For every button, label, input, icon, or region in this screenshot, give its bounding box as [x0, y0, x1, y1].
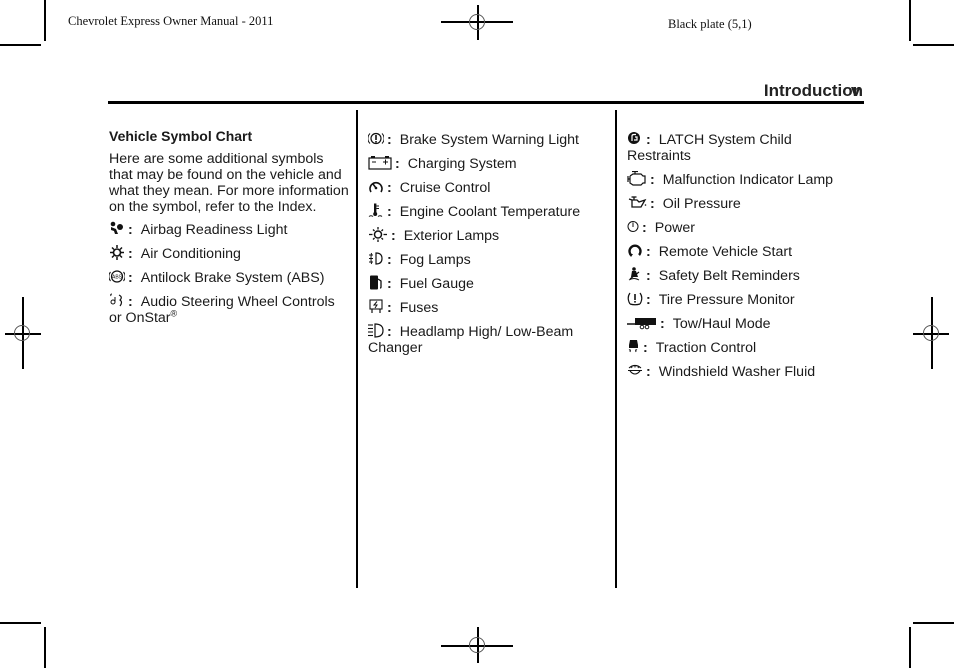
svg-text:ABS: ABS [112, 275, 123, 281]
symbol-item: : Fog Lamps [368, 251, 608, 268]
symbol-item: : Fuel Gauge [368, 275, 608, 292]
symbol-item: : Tow/Haul Mode [627, 315, 859, 332]
coolant-temperature-icon [368, 203, 384, 218]
symbol-item: : Brake System Warning Light [368, 131, 608, 148]
symbol-label: Brake System Warning Light [399, 132, 579, 148]
symbol-label: Audio Steering Wheel Controls or OnStar [109, 294, 335, 326]
crop-mark-tl-v [44, 0, 46, 41]
symbol-item: : Headlamp High/ Low-Beam Changer [368, 323, 574, 356]
air-conditioning-icon [109, 245, 125, 260]
symbol-label: Malfunction Indicator Lamp [662, 172, 834, 188]
oil-pressure-icon [627, 195, 647, 210]
symbol-item: ABS : Antilock Brake System (ABS) [109, 269, 349, 286]
symbol-item: : Fuses [368, 299, 608, 316]
symbol-item: : Exterior Lamps [368, 227, 608, 244]
symbol-item: : Airbag Readiness Light [109, 221, 349, 238]
washer-fluid-icon [627, 363, 643, 378]
battery-icon [368, 155, 392, 170]
engine-malfunction-icon [627, 171, 647, 186]
symbol-item: : Cruise Control [368, 179, 608, 196]
symbol-label: Oil Pressure [662, 196, 741, 212]
column-divider [356, 110, 358, 588]
seatbelt-icon [627, 267, 643, 282]
symbol-item: : Charging System [368, 155, 608, 172]
symbol-label: Traction Control [655, 340, 757, 356]
symbol-label: Fuses [399, 300, 439, 316]
symbol-item: : LATCH System Child Restraints [627, 131, 792, 164]
tow-haul-icon [627, 315, 657, 330]
brake-warning-icon [368, 131, 384, 146]
symbol-label: Remote Vehicle Start [658, 244, 793, 260]
symbol-label: LATCH System Child Restraints [627, 132, 792, 164]
symbol-label: Engine Coolant Temperature [399, 204, 581, 220]
crop-mark-br-v [909, 627, 911, 668]
symbol-item: : Oil Pressure [627, 195, 859, 212]
symbol-item: : Traction Control [627, 339, 859, 356]
column-2: : Brake System Warning Light : Charging Sy… [368, 131, 608, 363]
symbol-item: : Engine Coolant Temperature [368, 203, 608, 220]
column-3: : LATCH System Child Restraints : Malfunct… [627, 131, 859, 387]
intro-paragraph: Here are some additional symbols that ma… [109, 151, 349, 215]
crop-mark-tl-h [0, 44, 41, 46]
symbol-label: Power [654, 220, 695, 236]
crop-mark-tr-v [909, 0, 911, 41]
latch-child-seat-icon [627, 131, 643, 146]
header-rule [108, 101, 864, 104]
symbol-label: Antilock Brake System (ABS) [140, 270, 325, 286]
crop-mark-bl-v [44, 627, 46, 668]
symbol-label: Fog Lamps [399, 252, 471, 268]
chart-heading: Vehicle Symbol Chart [109, 128, 253, 144]
traction-control-icon [627, 339, 640, 354]
column-1: Vehicle Symbol Chart Here are some addit… [109, 128, 349, 333]
crop-mark-tr-h [913, 44, 954, 46]
abs-icon: ABS [109, 269, 125, 284]
exterior-lamps-icon [368, 227, 388, 242]
cruise-control-icon [368, 179, 384, 194]
symbol-item: : Air Conditioning [109, 245, 349, 262]
crop-mark-bl-h [0, 622, 41, 624]
section-title: Introduction [763, 81, 863, 100]
column-divider [615, 110, 617, 588]
symbol-label: Airbag Readiness Light [140, 222, 288, 238]
symbol-item: : Remote Vehicle Start [627, 243, 859, 260]
symbol-label: Charging System [407, 156, 517, 172]
audio-steering-controls-icon [109, 293, 125, 308]
symbol-item: : Safety Belt Reminders [627, 267, 859, 284]
symbol-item: : Audio Steering Wheel Controls or OnStar… [109, 293, 335, 326]
fog-lamps-icon [368, 251, 384, 266]
symbol-label: Tire Pressure Monitor [658, 292, 795, 308]
symbol-label: Windshield Washer Fluid [658, 364, 816, 380]
symbol-item: : Windshield Washer Fluid [627, 363, 859, 380]
symbol-label: Exterior Lamps [403, 228, 500, 244]
symbol-label: Cruise Control [399, 180, 491, 196]
symbol-label: Air Conditioning [140, 246, 241, 262]
plate-label: Black plate (5,1) [668, 17, 752, 31]
manual-title: Chevrolet Express Owner Manual - 2011 [68, 14, 274, 28]
airbag-icon [109, 221, 125, 236]
fuses-icon [368, 299, 384, 314]
crop-mark-br-h [913, 622, 954, 624]
symbol-label: Headlamp High/ Low-Beam Changer [368, 324, 574, 356]
fuel-gauge-icon [368, 275, 384, 290]
symbol-item: : Power [627, 219, 859, 236]
symbol-label: Safety Belt Reminders [658, 268, 800, 284]
power-icon [627, 219, 639, 234]
symbol-label: Fuel Gauge [399, 276, 474, 292]
headlamp-beam-icon [368, 323, 384, 338]
registered-mark: ® [170, 308, 178, 319]
symbol-label: Tow/Haul Mode [672, 316, 771, 332]
symbol-item: : Tire Pressure Monitor [627, 291, 859, 308]
tire-pressure-icon [627, 291, 643, 306]
symbol-item: : Malfunction Indicator Lamp [627, 171, 859, 188]
page-number: v [851, 81, 861, 100]
remote-start-icon [627, 243, 643, 258]
